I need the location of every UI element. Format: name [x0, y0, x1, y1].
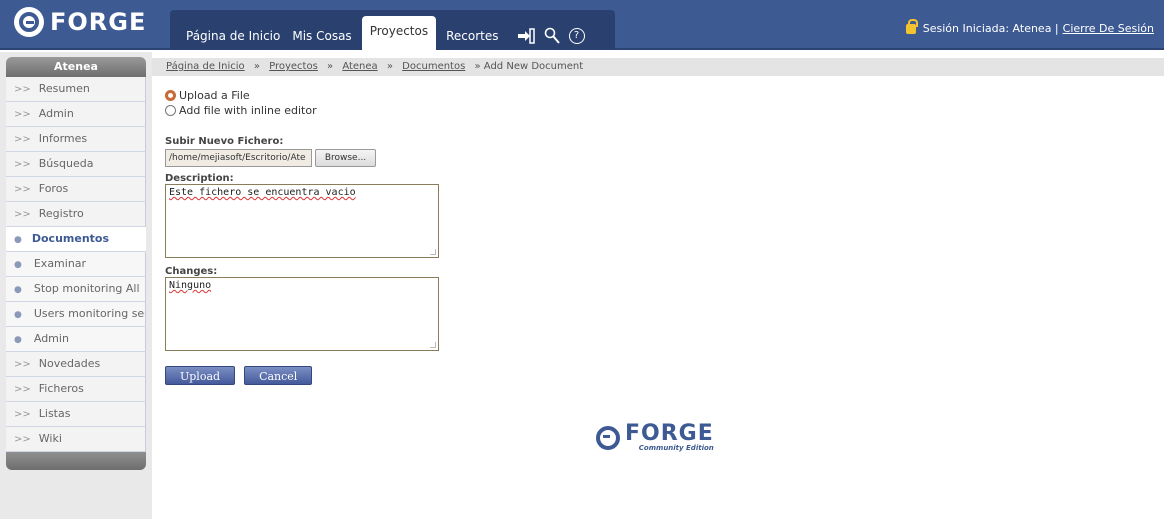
main-tab-bar: Página de Inicio Mis Cosas Proyectos Rec… — [170, 10, 615, 50]
browse-button[interactable]: Browse... — [315, 149, 376, 167]
tab-home[interactable]: Página de Inicio — [180, 22, 286, 50]
sidebar-menu: >> Resumen >> Admin >> Informes >> Búsqueda … — [6, 77, 146, 452]
sidebar-item-resumen[interactable]: >> Resumen — [6, 77, 146, 102]
tab-snippets[interactable]: Recortes — [440, 22, 504, 50]
description-textarea[interactable]: Este fichero se encuentra vacio — [165, 184, 439, 258]
bullet-icon: ● — [14, 335, 22, 345]
session-text: Sesión Iniciada: Atenea | — [922, 22, 1059, 35]
chevron-right-icon: >> — [14, 434, 31, 445]
help-icon[interactable]: ? — [568, 28, 585, 44]
sidebar-item-foros[interactable]: >> Foros — [6, 177, 146, 202]
file-path-input[interactable]: /home/mejiasoft/Escritorio/Ate — [165, 149, 312, 167]
sidebar-item-busqueda[interactable]: >> Búsqueda — [6, 152, 146, 177]
forge-logo-icon — [596, 426, 620, 450]
sidebar-item-listas[interactable]: >> Listas — [6, 402, 146, 427]
bullet-icon: ● — [14, 310, 22, 320]
footer-logo-text: FORGE — [625, 421, 714, 446]
chevron-right-icon: >> — [14, 384, 31, 395]
breadcrumb: Página de Inicio » Proyectos » Atenea » … — [152, 58, 1164, 76]
breadcrumb-home[interactable]: Página de Inicio — [166, 61, 245, 72]
sidebar-footer-bar — [6, 452, 146, 470]
resize-handle-icon[interactable] — [430, 342, 436, 348]
sidebar-title: Atenea — [6, 57, 146, 77]
tab-my-stuff[interactable]: Mis Cosas — [286, 22, 357, 50]
lock-icon — [905, 18, 918, 34]
sidebar-item-admin[interactable]: >> Admin — [6, 102, 146, 127]
cancel-button[interactable]: Cancel — [244, 366, 313, 385]
chevron-right-icon: >> — [14, 359, 31, 370]
bullet-icon: ● — [14, 235, 22, 245]
sidebar: Atenea >> Resumen >> Admin >> Informes >> Bú… — [0, 52, 152, 519]
sidebar-subitem-admin[interactable]: ● Admin — [6, 327, 146, 352]
upload-file-label: Subir Nuevo Fichero: — [165, 136, 284, 147]
sidebar-item-registro[interactable]: >> Registro — [6, 202, 146, 227]
login-arrow-icon[interactable] — [517, 27, 535, 45]
chevron-right-icon: >> — [14, 84, 31, 95]
forge-logo[interactable]: FORGE — [14, 7, 146, 37]
tab-projects[interactable]: Proyectos — [361, 16, 437, 50]
footer-forge-logo: FORGE Community Edition — [596, 421, 714, 452]
sidebar-item-ficheros[interactable]: >> Ficheros — [6, 377, 146, 402]
upload-button[interactable]: Upload — [165, 366, 236, 385]
top-header: FORGE Página de Inicio Mis Cosas Proyect… — [0, 0, 1164, 50]
sidebar-subitem-users-monitoring[interactable]: ● Users monitoring sect — [6, 302, 146, 327]
footer-edition-text: Community Edition — [638, 444, 714, 452]
sidebar-item-novedades[interactable]: >> Novedades — [6, 352, 146, 377]
logo-text: FORGE — [50, 8, 147, 36]
radio-inline-editor[interactable]: Add file with inline editor — [165, 103, 765, 118]
radio-unchecked-icon[interactable] — [165, 105, 176, 116]
breadcrumb-projects[interactable]: Proyectos — [269, 61, 318, 72]
breadcrumb-project[interactable]: Atenea — [342, 61, 377, 72]
sidebar-subitem-stop-monitoring[interactable]: ● Stop monitoring All — [6, 277, 146, 302]
sidebar-item-informes[interactable]: >> Informes — [6, 127, 146, 152]
chevron-right-icon: >> — [14, 134, 31, 145]
chevron-right-icon: >> — [14, 109, 31, 120]
sidebar-item-wiki[interactable]: >> Wiki — [6, 427, 146, 452]
radio-upload-file[interactable]: Upload a File — [165, 88, 765, 103]
resize-handle-icon[interactable] — [430, 249, 436, 255]
session-info: Sesión Iniciada: Atenea | Cierre De Sesi… — [905, 18, 1154, 35]
chevron-right-icon: >> — [14, 184, 31, 195]
logout-link[interactable]: Cierre De Sesión — [1063, 22, 1154, 35]
forge-logo-icon — [14, 7, 44, 37]
search-user-icon[interactable] — [543, 27, 561, 45]
chevron-right-icon: >> — [14, 159, 31, 170]
breadcrumb-documents[interactable]: Documentos — [402, 61, 465, 72]
bullet-icon: ● — [14, 260, 22, 270]
sidebar-subitem-examinar[interactable]: ● Examinar — [6, 252, 146, 277]
sidebar-section-documentos[interactable]: ● Documentos — [6, 227, 146, 252]
add-document-form: Upload a File Add file with inline edito… — [165, 88, 765, 385]
description-label: Description: — [165, 173, 234, 184]
breadcrumb-current: » Add New Document — [474, 61, 584, 72]
changes-textarea[interactable]: Ninguno — [165, 277, 439, 351]
chevron-right-icon: >> — [14, 409, 31, 420]
chevron-right-icon: >> — [14, 209, 31, 220]
bullet-icon: ● — [14, 285, 22, 295]
changes-label: Changes: — [165, 266, 218, 277]
radio-checked-icon[interactable] — [165, 90, 176, 101]
